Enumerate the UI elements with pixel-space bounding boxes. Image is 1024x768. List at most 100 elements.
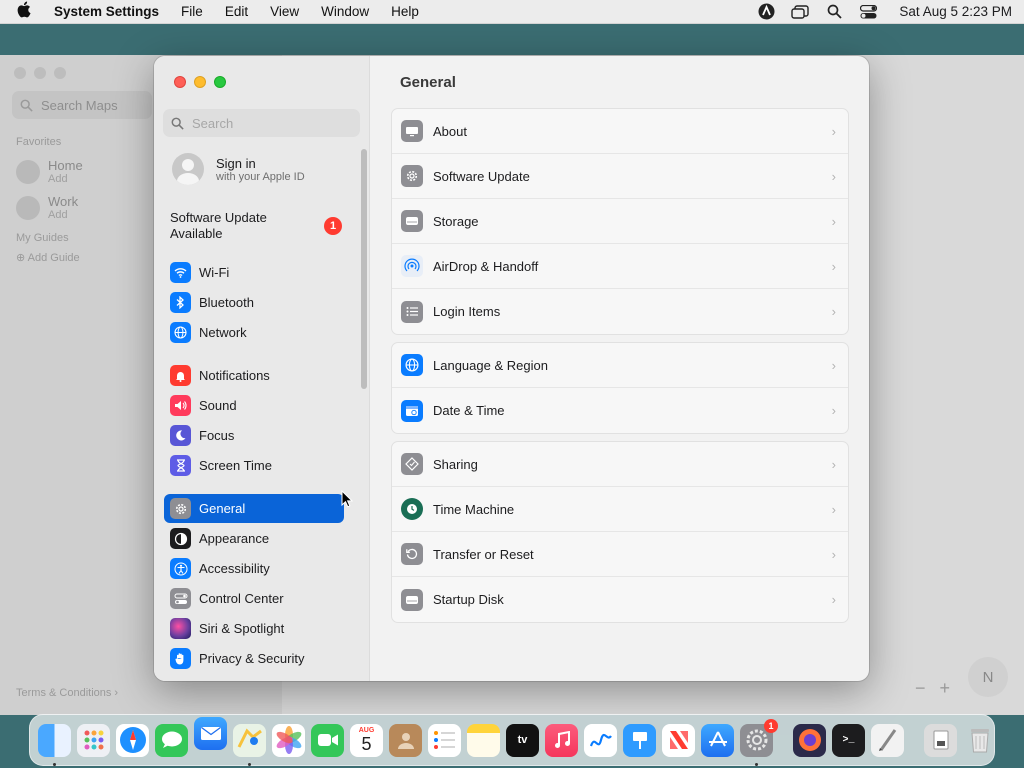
row-software-update[interactable]: Software Update › bbox=[392, 154, 848, 199]
close-button[interactable] bbox=[174, 76, 186, 88]
trash-icon[interactable] bbox=[963, 724, 996, 757]
vpn-status-icon[interactable] bbox=[757, 3, 775, 21]
maps-zoom-button[interactable] bbox=[54, 67, 66, 79]
sidebar-item-sound[interactable]: Sound bbox=[164, 391, 344, 420]
messages-icon[interactable] bbox=[155, 723, 188, 757]
keynote-icon[interactable] bbox=[623, 723, 656, 757]
airdrop-icon bbox=[401, 255, 423, 277]
system-settings-dock-icon[interactable]: 1 bbox=[740, 718, 778, 766]
menu-view[interactable]: View bbox=[270, 4, 299, 19]
sidebar-item-control-center[interactable]: Control Center bbox=[164, 584, 344, 613]
siri-icon bbox=[170, 618, 191, 639]
finder-icon[interactable] bbox=[38, 723, 71, 766]
app-menu[interactable]: System Settings bbox=[54, 4, 159, 19]
menu-window[interactable]: Window bbox=[321, 4, 369, 19]
list-icon bbox=[401, 300, 423, 323]
sidebar-search-input[interactable]: Search bbox=[163, 109, 360, 137]
notes-icon[interactable] bbox=[467, 723, 500, 757]
general-group-1: About › Software Update › Storage › AirD… bbox=[391, 108, 849, 335]
minimize-button[interactable] bbox=[194, 76, 206, 88]
place-home[interactable]: Home Add bbox=[16, 158, 83, 185]
launchpad-icon[interactable] bbox=[77, 723, 110, 757]
sidebar-item-siri-spotlight[interactable]: Siri & Spotlight bbox=[164, 614, 344, 643]
sidebar-item-focus[interactable]: Focus bbox=[164, 421, 344, 450]
apple-tv-icon[interactable]: tv bbox=[506, 723, 539, 757]
menu-help[interactable]: Help bbox=[391, 4, 419, 19]
terminal-icon[interactable]: >_ bbox=[832, 723, 865, 757]
map-zoom-controls[interactable]: − + bbox=[915, 678, 950, 699]
photos-icon[interactable] bbox=[272, 723, 305, 757]
calendar-icon[interactable]: AUG 5 bbox=[350, 723, 383, 757]
row-airdrop-handoff[interactable]: AirDrop & Handoff › bbox=[392, 244, 848, 289]
sidebar-item-network[interactable]: Network bbox=[164, 318, 344, 347]
music-icon[interactable] bbox=[545, 723, 578, 757]
apple-menu-icon[interactable] bbox=[16, 1, 38, 22]
place-work[interactable]: Work Add bbox=[16, 194, 78, 221]
sidebar-item-wifi[interactable]: Wi-Fi bbox=[164, 258, 344, 287]
row-startup-disk[interactable]: Startup Disk › bbox=[392, 577, 848, 622]
apple-id-signin[interactable]: Sign in with your Apple ID bbox=[172, 153, 305, 185]
row-label: Sharing bbox=[433, 456, 478, 472]
control-center-icon[interactable] bbox=[859, 3, 877, 21]
bluetooth-icon bbox=[170, 292, 191, 313]
stage-manager-icon[interactable] bbox=[791, 3, 810, 21]
compass-icon[interactable]: N bbox=[968, 657, 1008, 697]
row-sharing[interactable]: Sharing › bbox=[392, 442, 848, 487]
contacts-icon[interactable] bbox=[389, 723, 422, 757]
zoom-out-icon[interactable]: − bbox=[915, 678, 926, 699]
row-label: Date & Time bbox=[433, 403, 505, 418]
software-update-available[interactable]: Software Update Available 1 bbox=[170, 210, 350, 242]
sidebar-item-general[interactable]: General bbox=[164, 494, 344, 523]
script-editor-icon[interactable] bbox=[871, 723, 904, 757]
menubar-clock[interactable]: Sat Aug 5 2:23 PM bbox=[899, 4, 1012, 19]
sidebar-scrollbar[interactable] bbox=[361, 149, 367, 389]
reset-icon bbox=[401, 543, 423, 565]
row-language-region[interactable]: Language & Region › bbox=[392, 343, 848, 388]
maps-icon[interactable] bbox=[233, 723, 266, 766]
row-about[interactable]: About › bbox=[392, 109, 848, 154]
sidebar-item-screen-time[interactable]: Screen Time bbox=[164, 451, 344, 480]
place-name: Home bbox=[48, 158, 83, 173]
safari-icon[interactable] bbox=[116, 723, 149, 757]
maps-minimize-button[interactable] bbox=[34, 67, 46, 79]
maps-search-field[interactable]: Search Maps bbox=[12, 91, 152, 119]
fullscreen-button[interactable] bbox=[214, 76, 226, 88]
firefox-icon[interactable] bbox=[793, 723, 826, 757]
search-icon bbox=[20, 99, 33, 112]
sidebar-item-appearance[interactable]: Appearance bbox=[164, 524, 344, 553]
search-placeholder: Search bbox=[192, 115, 234, 131]
downloads-stack-icon[interactable] bbox=[924, 723, 957, 757]
sidebar-item-privacy-security[interactable]: Privacy & Security bbox=[164, 644, 344, 673]
dock: AUG 5 tv 1 >_ bbox=[29, 714, 995, 766]
sidebar-item-notifications[interactable]: Notifications bbox=[164, 361, 344, 390]
wifi-icon bbox=[170, 262, 191, 283]
update-line-2: Available bbox=[170, 226, 223, 241]
freeform-icon[interactable] bbox=[584, 723, 617, 757]
menu-file[interactable]: File bbox=[181, 4, 203, 19]
terms-link[interactable]: Terms & Conditions › bbox=[16, 687, 118, 699]
row-login-items[interactable]: Login Items › bbox=[392, 289, 848, 334]
sidebar-item-bluetooth[interactable]: Bluetooth bbox=[164, 288, 344, 317]
chevron-right-icon: › bbox=[831, 258, 836, 274]
place-name: Work bbox=[48, 194, 79, 209]
mail-icon[interactable] bbox=[194, 716, 227, 750]
maps-close-button[interactable] bbox=[14, 67, 26, 79]
reminders-icon[interactable] bbox=[428, 723, 461, 757]
menu-bar: System Settings File Edit View Window He… bbox=[0, 0, 1024, 24]
sidebar-item-accessibility[interactable]: Accessibility bbox=[164, 554, 344, 583]
row-transfer-reset[interactable]: Transfer or Reset › bbox=[392, 532, 848, 577]
row-date-time[interactable]: Date & Time › bbox=[392, 388, 848, 433]
computer-icon bbox=[401, 120, 423, 142]
facetime-icon[interactable] bbox=[311, 723, 344, 757]
app-store-icon[interactable] bbox=[701, 723, 734, 757]
zoom-in-icon[interactable]: + bbox=[939, 678, 950, 699]
menu-edit[interactable]: Edit bbox=[225, 4, 248, 19]
news-icon[interactable] bbox=[662, 723, 695, 757]
calendar-day: 5 bbox=[361, 733, 372, 754]
sidebar-item-label: General bbox=[199, 501, 246, 516]
row-storage[interactable]: Storage › bbox=[392, 199, 848, 244]
row-time-machine[interactable]: Time Machine › bbox=[392, 487, 848, 532]
place-sub: Add bbox=[48, 173, 68, 185]
spotlight-search-icon[interactable] bbox=[825, 3, 843, 21]
add-guide-link[interactable]: ⊕ Add Guide bbox=[16, 251, 80, 264]
